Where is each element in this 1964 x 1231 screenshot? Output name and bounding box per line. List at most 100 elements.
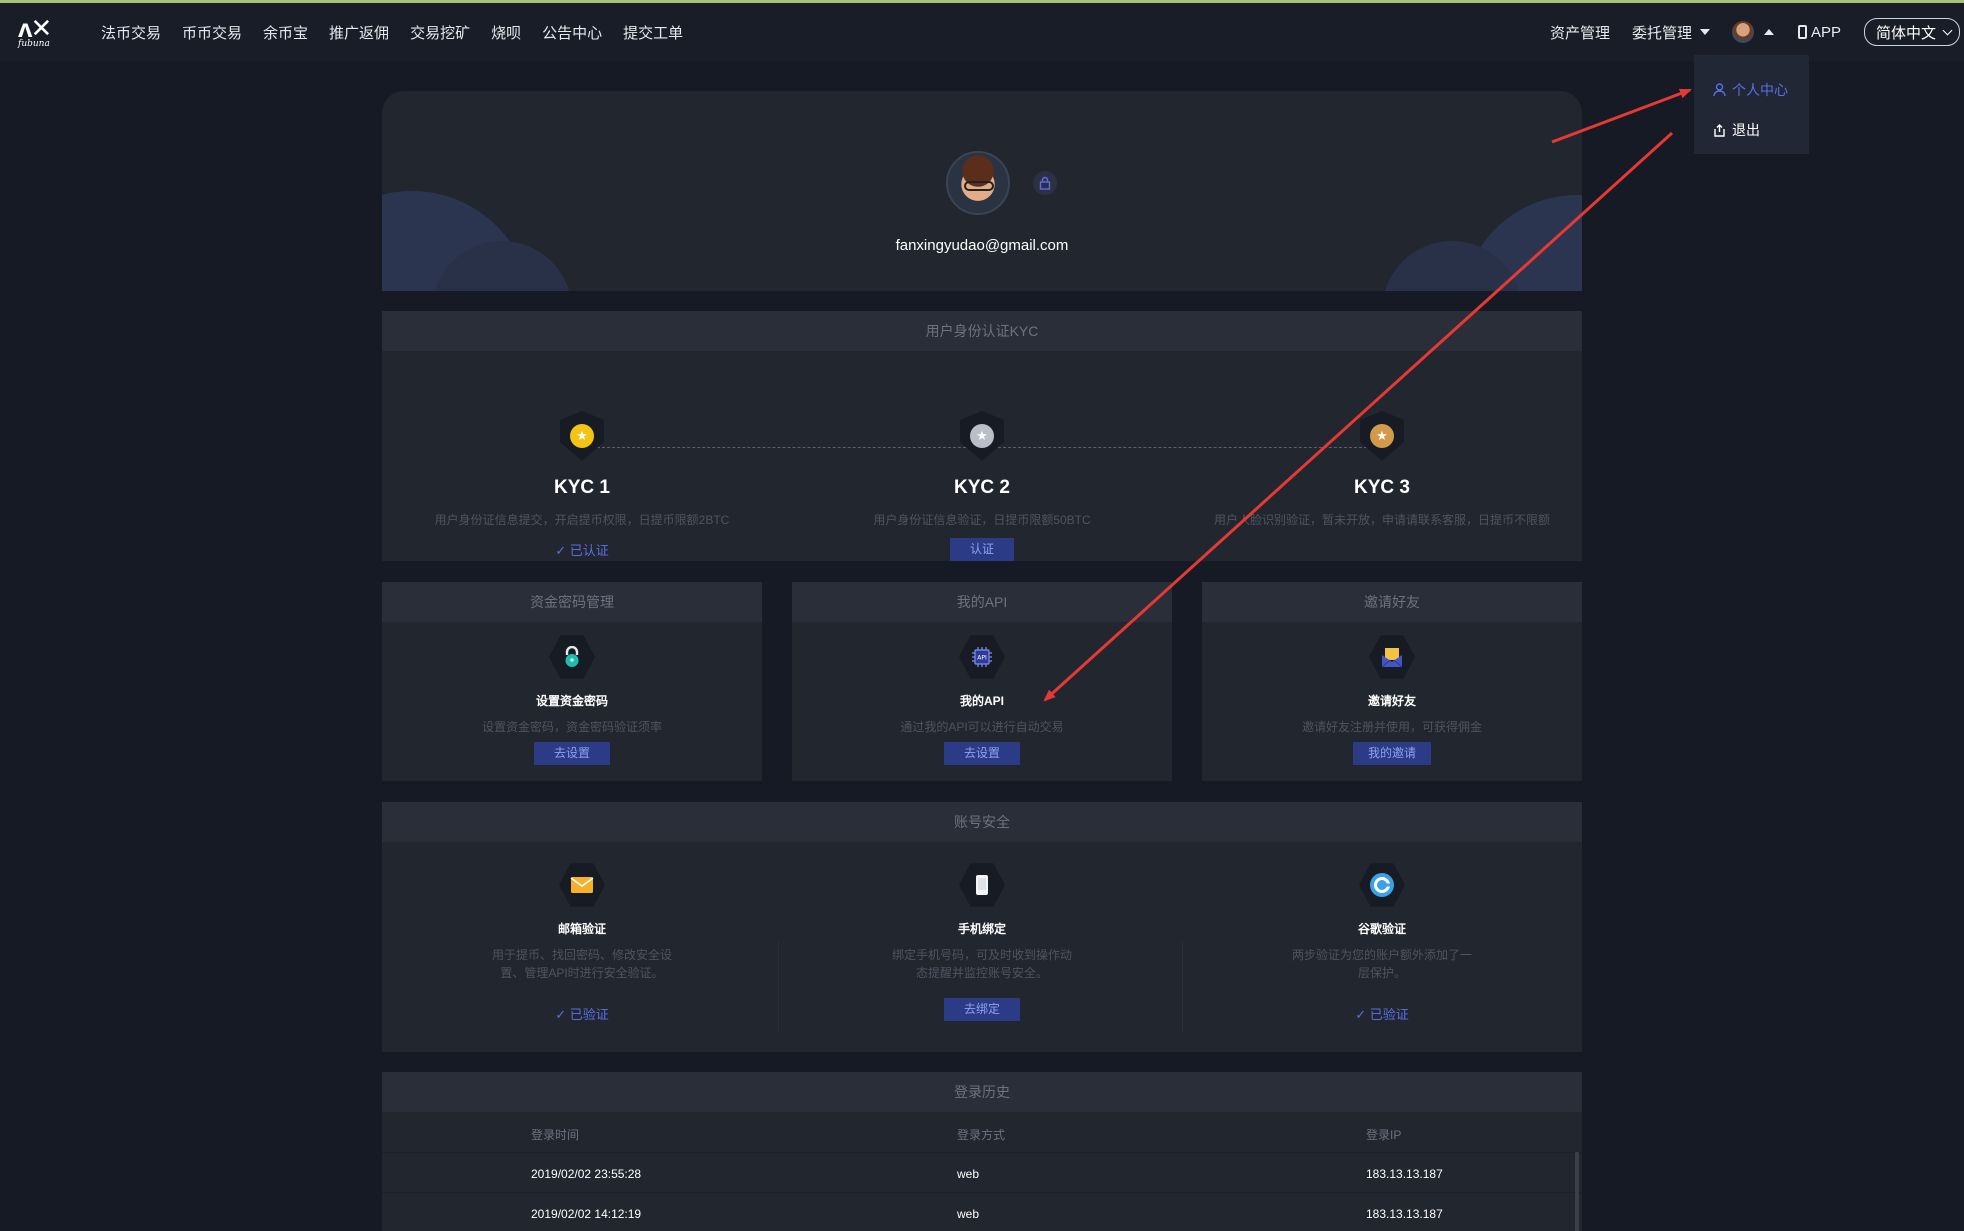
nav-announcements[interactable]: 公告中心 xyxy=(542,22,602,43)
google-auth-desc: 两步验证为您的账户额外添加了一层保护。 xyxy=(1291,948,1472,980)
fund-password-title: 设置资金密码 xyxy=(535,694,608,708)
menu-personal-center[interactable]: 个人中心 xyxy=(1694,70,1809,110)
fund-password-card: 资金密码管理 设置资金密码 设置资金密码，资金密码验证须率 去设置 xyxy=(382,582,762,781)
table-header: 登录时间 登录方式 登录IP xyxy=(382,1112,1582,1152)
language-select[interactable]: 简体中文 xyxy=(1863,18,1960,46)
user-menu-toggle[interactable] xyxy=(1731,21,1774,43)
cell-time: 2019/02/02 14:12:19 xyxy=(531,1207,642,1221)
email-verification-desc: 用于提币、找回密码、修改安全设置、管理API时进行安全验证。 xyxy=(491,948,672,980)
user-icon xyxy=(1713,83,1726,97)
bind-phone-button[interactable]: 去绑定 xyxy=(943,998,1020,1021)
phone-binding: 手机绑定 绑定手机号码，可及时收到操作动态提醒并监控账号安全。 去绑定 xyxy=(782,862,1182,1023)
user-email: fanxingyudao@gmail.com xyxy=(895,237,1069,254)
gold-medal-icon: ★ xyxy=(570,424,594,448)
silver-medal-icon: ★ xyxy=(970,424,994,448)
api-chip-icon: API xyxy=(959,635,1005,679)
table-row: 2019/02/02 14:12:19 web 183.13.13.187 xyxy=(382,1192,1582,1231)
caret-up-icon xyxy=(1763,29,1774,35)
google-auth-status: ✓ 已验证 xyxy=(1182,1004,1582,1023)
logo-mark-icon: ᴧ✕ xyxy=(18,13,52,43)
logout-icon xyxy=(1714,123,1725,137)
api-header: 我的API xyxy=(792,582,1172,622)
cell-method: web xyxy=(957,1167,980,1181)
api-title: 我的API xyxy=(959,694,1004,708)
invite-title: 邀请好友 xyxy=(1367,694,1416,708)
column-login-time: 登录时间 xyxy=(531,1128,580,1142)
lock-icon[interactable] xyxy=(1033,171,1057,195)
email-verification-status-label: 已验证 xyxy=(569,1007,609,1022)
fund-password-header: 资金密码管理 xyxy=(382,582,762,622)
kyc2-verify-button[interactable]: 认证 xyxy=(949,538,1014,561)
kyc1-status-label: 已认证 xyxy=(569,543,609,558)
my-invites-button[interactable]: 我的邀请 xyxy=(1352,742,1431,765)
email-verification: 邮箱验证 用于提币、找回密码、修改安全设置、管理API时进行安全验证。 ✓ 已验… xyxy=(382,862,782,1023)
chevron-down-icon xyxy=(1942,25,1953,35)
api-card: 我的API API 我的API 通过我的API可以进行自动交易 去设置 xyxy=(792,582,1172,781)
user-avatar-icon xyxy=(1731,21,1754,43)
cell-ip: 183.13.13.187 xyxy=(1366,1207,1443,1221)
google-auth-title: 谷歌验证 xyxy=(1357,922,1406,936)
check-icon: ✓ xyxy=(555,1007,567,1022)
nav-submit-ticket[interactable]: 提交工单 xyxy=(623,22,683,43)
kyc3-shield-icon: ★ xyxy=(1360,411,1404,461)
logo-wordmark: fubuna xyxy=(18,39,50,49)
glasses-decor xyxy=(964,181,994,191)
nav-yubibao[interactable]: 余币宝 xyxy=(263,22,308,43)
asset-management-label: 资产管理 xyxy=(1549,24,1610,42)
table-scrollbar[interactable] xyxy=(1575,1152,1579,1231)
nav-coin-trade[interactable]: 币币交易 xyxy=(182,22,242,43)
logo[interactable]: ᴧ✕ fubuna xyxy=(18,13,64,49)
kyc1-desc: 用户身份证信息提交，开启提币权限，日提币限额2BTC xyxy=(434,513,730,527)
order-management-label: 委托管理 xyxy=(1631,24,1692,42)
email-verification-title: 邮箱验证 xyxy=(557,922,606,936)
profile-hero: fanxingyudao@gmail.com xyxy=(382,91,1582,291)
api-set-button[interactable]: 去设置 xyxy=(943,742,1020,765)
padlock-icon xyxy=(549,635,595,679)
kyc2-desc: 用户身份证信息验证，日提币限额50BTC xyxy=(873,513,1091,527)
phone-binding-title: 手机绑定 xyxy=(957,922,1006,936)
app-label: APP xyxy=(1810,23,1841,41)
order-management-menu[interactable]: 委托管理 xyxy=(1632,22,1710,43)
kyc2-title: KYC 2 xyxy=(954,477,1010,498)
phone-icon xyxy=(1797,25,1807,39)
nav-shaobei[interactable]: 烧呗 xyxy=(491,22,521,43)
fund-password-desc: 设置资金密码，资金密码验证须率 xyxy=(481,720,662,734)
google-auth-status-label: 已验证 xyxy=(1369,1007,1409,1022)
kyc1-status: ✓ 已认证 xyxy=(382,540,782,559)
invitation-envelope-icon xyxy=(1369,635,1415,679)
profile-avatar[interactable] xyxy=(946,151,1010,215)
google-authenticator-icon xyxy=(1359,863,1405,907)
nav-fiat-trade[interactable]: 法币交易 xyxy=(101,22,161,43)
table-row: 2019/02/02 23:55:28 web 183.13.13.187 xyxy=(382,1152,1582,1192)
security-header: 账号安全 xyxy=(382,802,1582,842)
menu-personal-center-label: 个人中心 xyxy=(1732,82,1788,98)
cell-method: web xyxy=(957,1207,980,1221)
login-history-section: 登录历史 登录时间 登录方式 登录IP 2019/02/02 23:55:28 … xyxy=(382,1072,1582,1231)
phone-binding-desc: 绑定手机号码，可及时收到操作动态提醒并监控账号安全。 xyxy=(891,948,1072,980)
kyc1-shield-icon: ★ xyxy=(560,411,604,461)
nav-trade-mining[interactable]: 交易挖矿 xyxy=(410,22,470,43)
kyc3-desc: 用户人脸识别验证，暂未开放，申请请联系客服，日提币不限额 xyxy=(1213,513,1550,527)
invite-card: 邀请好友 邀请好友 邀请好友注册并使用，可获得佣金 我的邀请 xyxy=(1202,582,1582,781)
cell-ip: 183.13.13.187 xyxy=(1366,1167,1443,1181)
kyc-level-3: ★ KYC 3 用户人脸识别验证，暂未开放，申请请联系客服，日提币不限额 xyxy=(1182,411,1582,528)
right-nav: 资产管理 委托管理 APP 简体中文 xyxy=(1550,3,1964,61)
invite-header: 邀请好友 xyxy=(1202,582,1582,622)
kyc-section: 用户身份认证KYC ★ KYC 1 用户身份证信息提交，开启提币权限，日提币限额… xyxy=(382,311,1582,561)
nav-referral[interactable]: 推广返佣 xyxy=(329,22,389,43)
menu-logout-label: 退出 xyxy=(1732,122,1760,138)
login-history-header: 登录历史 xyxy=(382,1072,1582,1112)
cell-time: 2019/02/02 23:55:28 xyxy=(531,1167,642,1181)
check-icon: ✓ xyxy=(1355,1007,1367,1022)
app-download-link[interactable]: APP xyxy=(1797,23,1841,41)
menu-logout[interactable]: 退出 xyxy=(1694,110,1809,150)
account-security-section: 账号安全 邮箱验证 用于提币、找回密码、修改安全设置、管理API时进行安全验证。… xyxy=(382,802,1582,1052)
fund-password-set-button[interactable]: 去设置 xyxy=(533,742,610,765)
language-label: 简体中文 xyxy=(1875,24,1936,42)
top-navbar: ᴧ✕ fubuna 法币交易 币币交易 余币宝 推广返佣 交易挖矿 烧呗 公告中… xyxy=(0,3,1964,61)
caret-down-icon xyxy=(1699,29,1710,35)
kyc-level-1: ★ KYC 1 用户身份证信息提交，开启提币权限，日提币限额2BTC ✓ 已认证 xyxy=(382,411,782,559)
kyc-level-2: ★ KYC 2 用户身份证信息验证，日提币限额50BTC 认证 xyxy=(782,411,1182,561)
asset-management-link[interactable]: 资产管理 xyxy=(1550,22,1610,43)
column-login-method: 登录方式 xyxy=(957,1128,1006,1142)
